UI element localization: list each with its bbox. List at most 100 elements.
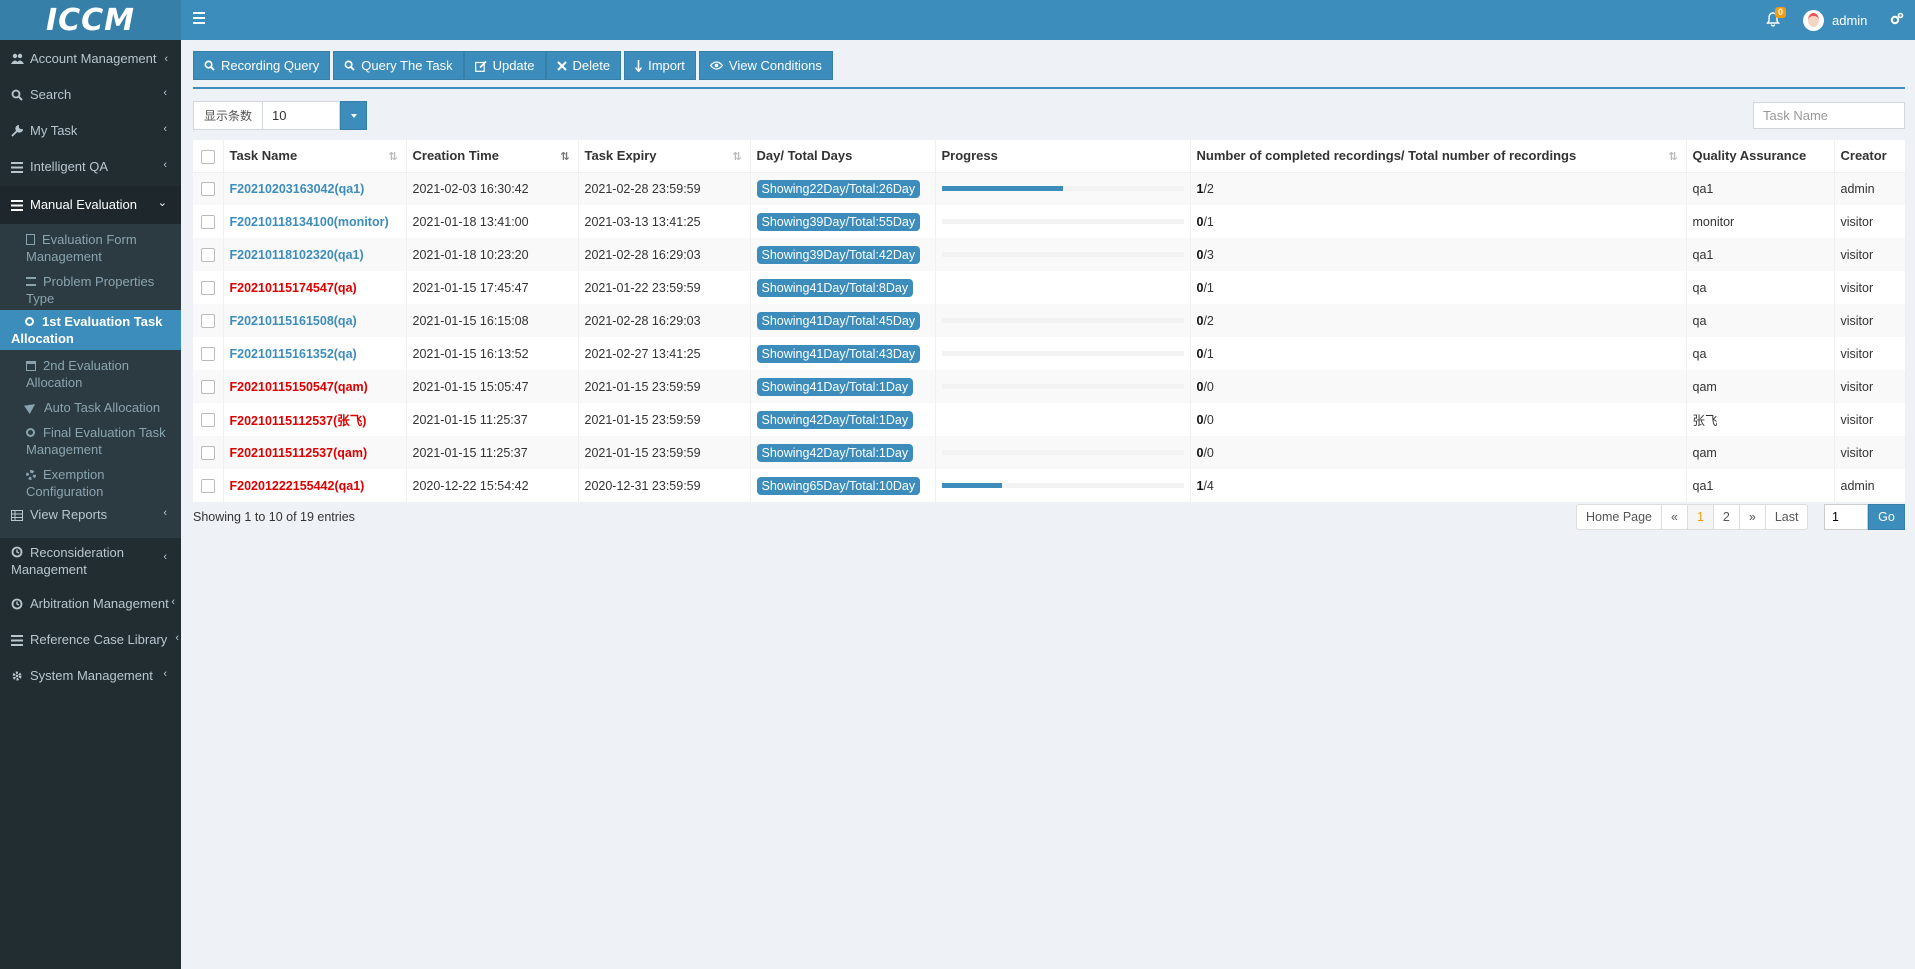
task-name-link[interactable]: F20210203163042(qa1) <box>230 182 365 196</box>
task-name-link[interactable]: F20210115161352(qa) <box>230 347 357 361</box>
header-select-all[interactable] <box>193 140 224 173</box>
task-name-link[interactable]: F20210115161508(qa) <box>230 314 357 328</box>
sort-icon[interactable]: ⇅ <box>388 150 397 163</box>
sort-desc-icon[interactable]: ⇅ <box>560 150 569 163</box>
submenu-item-evaluation-form-management[interactable]: Evaluation Form Management <box>0 228 181 266</box>
column-header-task-name[interactable]: Task Name ⇅ <box>223 140 407 173</box>
row-checkbox[interactable] <box>201 412 215 427</box>
sidebar-item-view-reports[interactable]: View Reports ‹ <box>0 500 181 530</box>
task-name-link[interactable]: F20201222155442(qa1) <box>230 479 365 493</box>
sidebar-item-search[interactable]: Search ‹ <box>0 80 181 110</box>
task-name-link[interactable]: F20210115150547(qam) <box>230 380 368 394</box>
quality-assurance-cell: qa1 <box>1686 469 1835 502</box>
submenu-item-1st-evaluation-task-allocation[interactable]: 1st Evaluation Task Allocation <box>0 310 181 350</box>
row-checkbox[interactable] <box>201 280 215 295</box>
sidebar-toggle-icon[interactable] <box>193 12 205 24</box>
column-header-recordings[interactable]: Number of completed recordings/ Total nu… <box>1190 140 1687 173</box>
days-cell: Showing41Day/Total:1Day <box>750 370 936 403</box>
list-icon <box>11 161 23 173</box>
recordings-cell: 0/1 <box>1190 205 1687 238</box>
task-name-link[interactable]: F20210118134100(monitor) <box>230 215 389 229</box>
row-checkbox[interactable] <box>201 478 215 493</box>
creation-time-cell: 2021-01-15 11:25:37 <box>406 436 579 469</box>
recordings-cell: 0/1 <box>1190 271 1687 304</box>
submenu-item-label: Final Evaluation Task Management <box>26 425 166 457</box>
task-name-search-input[interactable] <box>1753 102 1905 129</box>
table-row[interactable]: F20210118102320(qa1) 2021-01-18 10:23:20 2… <box>193 238 1906 271</box>
sidebar-item-reconsideration-management[interactable]: Reconsideration Management ‹ <box>0 537 181 577</box>
row-checkbox[interactable] <box>201 182 215 197</box>
query-task-button[interactable]: Query The Task <box>333 51 464 80</box>
creator-cell: visitor <box>1834 238 1906 271</box>
sidebar-item-label: Account Management <box>30 51 157 66</box>
submenu-item-exemption-configuration[interactable]: Exemption Configuration <box>0 463 181 501</box>
sidebar-item-my-task[interactable]: My Task ‹ <box>0 116 181 146</box>
table-row[interactable]: F20210115112537(张飞) 2021-01-15 11:25:37 20… <box>193 403 1906 436</box>
chevron-left-icon: ‹ <box>163 159 167 171</box>
table-icon <box>11 509 23 521</box>
delete-button[interactable]: Delete <box>545 51 622 80</box>
total-count: /1 <box>1203 346 1214 361</box>
recording-query-button[interactable]: Recording Query <box>193 51 331 80</box>
app-logo[interactable]: ICCM <box>0 0 181 40</box>
sort-icon[interactable]: ⇅ <box>732 150 741 163</box>
pagination-home[interactable]: Home Page <box>1576 504 1663 530</box>
table-row[interactable]: F20210115174547(qa) 2021-01-15 17:45:47 20… <box>193 271 1906 304</box>
go-button[interactable]: Go <box>1868 504 1905 530</box>
sidebar-item-account-management[interactable]: Account Management ‹ <box>0 44 181 74</box>
task-name-link[interactable]: F20210118102320(qa1) <box>230 248 364 262</box>
row-checkbox[interactable] <box>201 214 215 229</box>
caret-down-icon <box>350 113 357 118</box>
pagination-page-1[interactable]: 1 <box>1687 504 1714 530</box>
column-header-task-expiry[interactable]: Task Expiry ⇅ <box>578 140 751 173</box>
sidebar-item-arbitration-management[interactable]: Arbitration Management ‹ <box>0 589 181 619</box>
task-expiry-cell: 2021-02-28 23:59:59 <box>578 172 751 205</box>
page-size-select[interactable]: 10 <box>262 101 340 130</box>
table-row[interactable]: F20210115161508(qa) 2021-01-15 16:15:08 20… <box>193 304 1906 337</box>
pagination-prev[interactable]: « <box>1662 504 1688 530</box>
pagination-page-2[interactable]: 2 <box>1713 504 1740 530</box>
bell-icon[interactable]: 0 <box>1766 7 1787 27</box>
pagination-next[interactable]: » <box>1739 504 1766 530</box>
page-size-dropdown-button[interactable] <box>340 101 367 130</box>
row-checkbox[interactable] <box>201 247 215 262</box>
update-button[interactable]: Update <box>463 51 546 80</box>
task-name-link[interactable]: F20210115112537(张飞) <box>230 414 367 428</box>
view-conditions-button[interactable]: View Conditions <box>698 51 833 80</box>
user-menu[interactable]: admin <box>1803 9 1867 31</box>
task-name-link[interactable]: F20210115112537(qam) <box>230 446 368 460</box>
table-row[interactable]: F20210115161352(qa) 2021-01-15 16:13:52 20… <box>193 337 1906 370</box>
sort-icon[interactable]: ⇅ <box>1668 150 1677 163</box>
table-row[interactable]: F20210118134100(monitor) 2021-01-18 13:41… <box>193 205 1906 238</box>
goto-page-input[interactable] <box>1824 504 1868 530</box>
row-checkbox[interactable] <box>201 379 215 394</box>
task-table: Task Name ⇅ Creation Time ⇅ Task Expiry ⇅ D… <box>193 140 1906 502</box>
task-name-link[interactable]: F20210115174547(qa) <box>230 281 357 295</box>
row-checkbox[interactable] <box>201 445 215 460</box>
submenu-item-2nd-evaluation-allocation[interactable]: 2nd Evaluation Allocation <box>0 354 181 392</box>
submenu-item-problem-properties-type[interactable]: Problem Properties Type <box>0 270 181 308</box>
days-badge: Showing41Day/Total:45Day <box>756 311 921 330</box>
sidebar-item-label: Search <box>30 87 72 102</box>
table-row[interactable]: F20210203163042(qa1) 2021-02-03 16:30:42 2… <box>193 172 1906 205</box>
sidebar-item-system-management[interactable]: System Management ‹ <box>0 661 181 691</box>
sidebar-item-intelligent-qa[interactable]: Intelligent QA ‹ <box>0 152 181 182</box>
select-all-checkbox[interactable] <box>201 149 215 164</box>
recordings-cell: 0/3 <box>1190 238 1687 271</box>
pagination-last[interactable]: Last <box>1765 504 1809 530</box>
days-badge: Showing42Day/Total:1Day <box>756 410 914 429</box>
submenu-item-final-evaluation-task-management[interactable]: Final Evaluation Task Management <box>0 421 181 459</box>
column-header-creation-time[interactable]: Creation Time ⇅ <box>406 140 579 173</box>
sidebar-item-manual-evaluation[interactable]: Manual Evaluation ⌄ <box>0 186 181 224</box>
table-row[interactable]: F20210115150547(qam) 2021-01-15 15:05:47 2… <box>193 370 1906 403</box>
recordings-cell: 1/4 <box>1190 469 1687 502</box>
quality-assurance-cell: qa <box>1686 304 1835 337</box>
table-row[interactable]: F20201222155442(qa1) 2020-12-22 15:54:42 2… <box>193 469 1906 502</box>
sidebar-item-reference-case-library[interactable]: Reference Case Library ‹ <box>0 625 181 655</box>
gears-icon[interactable] <box>1890 12 1904 29</box>
table-row[interactable]: F20210115112537(qam) 2021-01-15 11:25:37 2… <box>193 436 1906 469</box>
import-button[interactable]: Import <box>624 51 696 80</box>
row-checkbox[interactable] <box>201 346 215 361</box>
submenu-item-auto-task-allocation[interactable]: Auto Task Allocation <box>0 396 181 418</box>
row-checkbox[interactable] <box>201 313 215 328</box>
